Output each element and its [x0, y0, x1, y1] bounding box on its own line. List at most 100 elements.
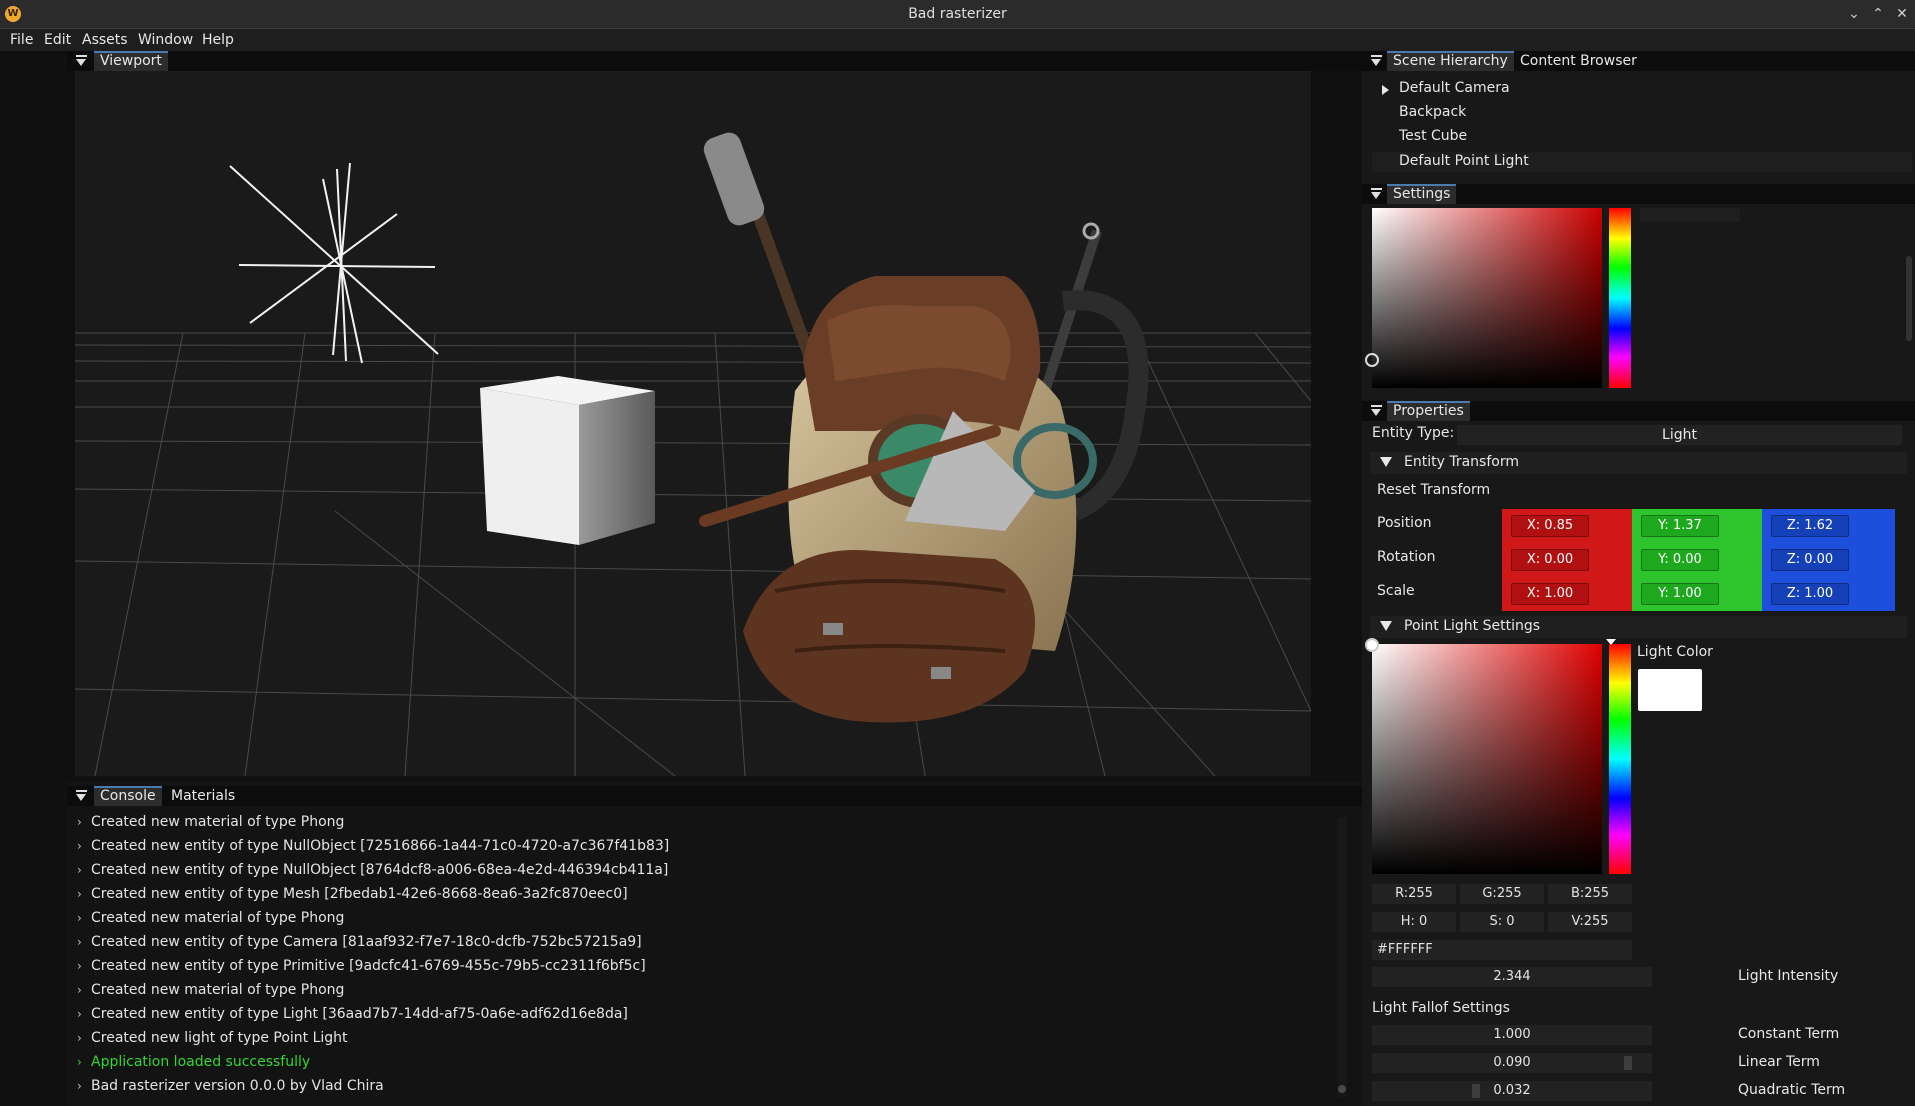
log-entry: › Created new entity of type NullObject […	[77, 862, 669, 878]
picker-cursor[interactable]	[1365, 353, 1379, 367]
light-color-label: Light Color	[1637, 644, 1713, 660]
console-log[interactable]: › Created new material of type Phong › Cre…	[67, 807, 1362, 1106]
rotation-z-field[interactable]: Z: 0.00	[1771, 549, 1849, 571]
menu-window[interactable]: Window	[138, 32, 193, 48]
position-z-cell: Z: 1.62	[1762, 509, 1895, 543]
tree-item-default-point-light[interactable]: Default Point Light	[1399, 153, 1529, 169]
settings-scrollbar[interactable]	[1906, 256, 1912, 341]
blue-channel-field[interactable]: B:255	[1548, 884, 1632, 904]
backpack-model	[699, 132, 1149, 723]
collapse-arrow-icon	[1380, 621, 1392, 631]
log-entry: › Created new entity of type NullObject […	[77, 838, 670, 854]
constant-term-label: Constant Term	[1738, 1026, 1840, 1042]
linear-term-label: Linear Term	[1738, 1054, 1820, 1070]
tab-content-browser[interactable]: Content Browser	[1514, 51, 1643, 71]
settings-color-picker-sv[interactable]	[1372, 208, 1602, 388]
light-color-swatch[interactable]	[1638, 669, 1702, 711]
menu-help[interactable]: Help	[202, 32, 234, 48]
log-entry: › Bad rasterizer version 0.0.0 by Vlad Ch…	[77, 1078, 384, 1094]
scale-y-cell: Y: 1.00	[1632, 577, 1762, 611]
scale-z-field[interactable]: Z: 1.00	[1771, 583, 1849, 605]
hex-color-field[interactable]: #FFFFFF	[1372, 940, 1632, 960]
menu-assets[interactable]: Assets	[82, 32, 128, 48]
log-entry: › Created new entity of type Mesh [2fbeda…	[77, 886, 628, 902]
collapse-menu-icon[interactable]	[1371, 405, 1382, 417]
entity-transform-section[interactable]: Entity Transform	[1370, 452, 1907, 474]
collapse-arrow-icon	[1380, 457, 1392, 467]
tree-item-default-camera[interactable]: Default Camera	[1399, 80, 1510, 96]
light-color-picker-sv[interactable]	[1372, 644, 1602, 874]
scale-label: Scale	[1377, 583, 1415, 599]
tree-item-test-cube[interactable]: Test Cube	[1399, 128, 1467, 144]
properties-header: Properties	[1362, 401, 1915, 421]
close-icon[interactable]: ✕	[1892, 4, 1912, 24]
linear-term-grab[interactable]	[1624, 1056, 1632, 1070]
light-intensity-label: Light Intensity	[1738, 968, 1839, 984]
collapse-menu-icon[interactable]	[76, 790, 87, 802]
log-entry: › Created new entity of type Light [36aad…	[77, 1006, 628, 1022]
expand-arrow-icon[interactable]	[1382, 85, 1389, 95]
log-entry: › Created new material of type Phong	[77, 814, 345, 830]
log-entry: › Created new material of type Phong	[77, 910, 345, 926]
rotation-y-field[interactable]: Y: 0.00	[1641, 549, 1719, 571]
quadratic-term-slider[interactable]: 0.032	[1372, 1081, 1652, 1101]
scale-z-cell: Z: 1.00	[1762, 577, 1895, 611]
position-label: Position	[1377, 515, 1432, 531]
hue-field[interactable]: H: 0	[1372, 912, 1456, 932]
red-channel-field[interactable]: R:255	[1372, 884, 1456, 904]
log-entry: › Created new entity of type Camera [81aa…	[77, 934, 642, 950]
position-y-field[interactable]: Y: 1.37	[1641, 515, 1719, 537]
tab-materials[interactable]: Materials	[165, 786, 241, 806]
picker-cursor[interactable]	[1365, 638, 1379, 652]
linear-term-slider[interactable]: 0.090	[1372, 1053, 1652, 1073]
collapse-menu-icon[interactable]	[1371, 188, 1382, 200]
rotation-z-cell: Z: 0.00	[1762, 543, 1895, 577]
test-cube	[480, 376, 655, 545]
scale-y-field[interactable]: Y: 1.00	[1641, 583, 1719, 605]
menu-file[interactable]: File	[10, 32, 33, 48]
green-channel-field[interactable]: G:255	[1460, 884, 1544, 904]
hierarchy-header: Scene Hierarchy Content Browser	[1362, 51, 1915, 71]
saturation-field[interactable]: S: 0	[1460, 912, 1544, 932]
console-scrollbar[interactable]	[1337, 817, 1347, 1097]
reset-transform-button[interactable]: Reset Transform	[1377, 482, 1490, 498]
log-entry: › Created new material of type Phong	[77, 982, 345, 998]
tab-properties[interactable]: Properties	[1387, 401, 1470, 421]
constant-term-value: 1.000	[1493, 1027, 1531, 1042]
settings-header: Settings	[1362, 184, 1915, 204]
log-entry: › Created new light of type Point Light	[77, 1030, 348, 1046]
entity-type-field[interactable]: Light	[1457, 425, 1902, 445]
position-y-cell: Y: 1.37	[1632, 509, 1762, 543]
tab-scene-hierarchy[interactable]: Scene Hierarchy	[1387, 51, 1514, 71]
position-z-field[interactable]: Z: 1.62	[1771, 515, 1849, 537]
collapse-menu-icon[interactable]	[76, 55, 87, 67]
quadratic-term-grab[interactable]	[1472, 1084, 1480, 1098]
settings-hue-slider[interactable]	[1609, 208, 1631, 388]
constant-term-slider[interactable]: 1.000	[1372, 1025, 1652, 1045]
light-hue-slider[interactable]	[1609, 644, 1631, 874]
tab-settings[interactable]: Settings	[1387, 184, 1457, 204]
point-light-section[interactable]: Point Light Settings	[1370, 616, 1907, 638]
menu-bar: File Edit Assets Window Help	[0, 29, 1915, 51]
scale-x-field[interactable]: X: 1.00	[1511, 583, 1589, 605]
tab-console[interactable]: Console	[94, 786, 162, 806]
position-x-cell: X: 0.85	[1502, 509, 1632, 543]
menu-edit[interactable]: Edit	[44, 32, 71, 48]
rotation-x-field[interactable]: X: 0.00	[1511, 549, 1589, 571]
value-field[interactable]: V:255	[1548, 912, 1632, 932]
tree-item-backpack[interactable]: Backpack	[1399, 104, 1466, 120]
maximize-icon[interactable]: ⌃	[1868, 4, 1888, 24]
rotation-y-cell: Y: 0.00	[1632, 543, 1762, 577]
position-x-field[interactable]: X: 0.85	[1511, 515, 1589, 537]
minimize-icon[interactable]: ⌄	[1844, 4, 1864, 24]
collapse-menu-icon[interactable]	[1371, 55, 1382, 67]
viewport-canvas[interactable]	[75, 71, 1311, 776]
light-intensity-field[interactable]: 2.344	[1372, 967, 1652, 987]
viewport-header: Viewport	[67, 51, 1362, 71]
quadratic-term-value: 0.032	[1493, 1083, 1531, 1098]
console-header: Console Materials	[67, 786, 1362, 806]
rotation-label: Rotation	[1377, 549, 1436, 565]
linear-term-value: 0.090	[1493, 1055, 1531, 1070]
tab-viewport[interactable]: Viewport	[94, 51, 168, 71]
scrollbar-thumb[interactable]	[1338, 1085, 1346, 1093]
